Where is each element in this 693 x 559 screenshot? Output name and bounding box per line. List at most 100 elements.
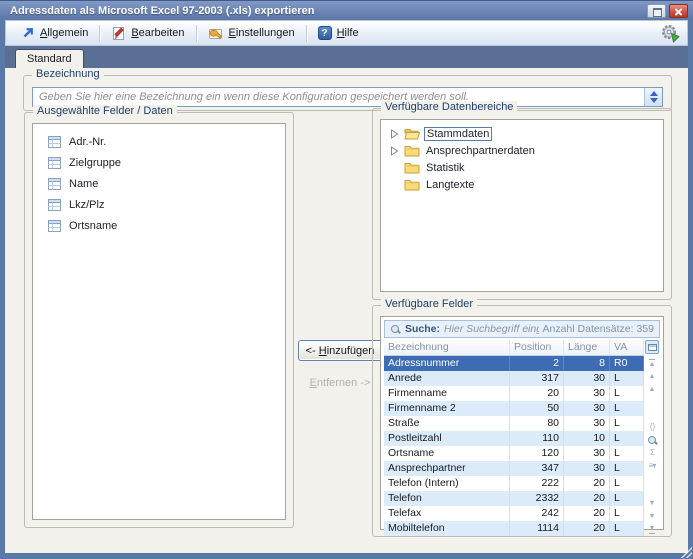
close-button[interactable] — [669, 4, 688, 18]
expand-arrow-icon[interactable] — [389, 129, 400, 139]
tree-item-stammdaten[interactable]: Stammdaten — [389, 125, 663, 142]
search-icon — [390, 324, 401, 335]
table-row[interactable]: Telefon233220L — [384, 491, 644, 506]
table-row[interactable]: Straße8030L — [384, 416, 644, 431]
fields-table-header: Bezeichnung Position Länge VA — [384, 340, 644, 356]
cell-length: 20 — [564, 491, 610, 506]
toolbar-item-label: Bearbeiten — [131, 27, 184, 39]
resize-grip[interactable] — [681, 547, 692, 558]
row-up-icon[interactable]: ▲ — [645, 370, 659, 383]
column-header-va[interactable]: VA — [610, 340, 644, 355]
settings-icon — [208, 26, 224, 41]
add-button[interactable]: <- Hinzufügen — [298, 340, 382, 361]
selected-field-item[interactable]: Zielgruppe — [33, 152, 285, 173]
tree-item-ansprechpartnerdaten[interactable]: Ansprechpartnerdaten — [389, 142, 663, 159]
toolbar: Allgemein Bearbeiten Einstellungen — [5, 20, 688, 46]
grid-field-icon — [48, 199, 61, 211]
row-down-icon[interactable]: ▼ — [645, 510, 659, 523]
table-row[interactable]: Postleitzahl11010L — [384, 431, 644, 446]
spinner-down-icon — [650, 98, 658, 103]
table-row[interactable]: Anrede31730L — [384, 371, 644, 386]
export-icon[interactable] — [660, 23, 681, 43]
table-row[interactable]: Adressnummer28R0 — [384, 356, 644, 371]
cell-va: L — [610, 521, 644, 536]
table-row[interactable]: Telefon (Intern)22220L — [384, 476, 644, 491]
column-header-bezeichnung[interactable]: Bezeichnung — [384, 340, 510, 355]
table-row[interactable]: Firmenname 25030L — [384, 401, 644, 416]
table-row[interactable]: Ortsname12030L — [384, 446, 644, 461]
cell-position: 120 — [510, 446, 564, 461]
page-up-icon[interactable]: ▲ — [645, 383, 659, 396]
add-button-label: Hinzufügen — [319, 345, 375, 357]
search-placeholder: Hier Suchbegriff eingebe — [444, 323, 538, 335]
toolbar-item-einstellungen[interactable]: Einstellungen — [199, 24, 304, 43]
cell-name: Mobiltelefon — [384, 521, 510, 536]
selected-field-item[interactable]: Adr.-Nr. — [33, 131, 285, 152]
window-title: Adressdaten als Microsoft Excel 97-2003 … — [10, 5, 647, 17]
grid-field-icon — [48, 136, 61, 148]
tree-item-langtexte[interactable]: Langtexte — [389, 176, 663, 193]
cell-length: 30 — [564, 386, 610, 401]
toolbar-item-hilfe[interactable]: ? Hilfe — [309, 24, 368, 42]
cell-name: Ortsname — [384, 446, 510, 461]
cell-length: 20 — [564, 506, 610, 521]
cell-position: 50 — [510, 401, 564, 416]
column-header-laenge[interactable]: Länge — [564, 340, 610, 355]
search-label: Suche: — [405, 323, 440, 335]
cell-name: Ansprechpartner — [384, 461, 510, 476]
tree-item-statistik[interactable]: Statistik — [389, 159, 663, 176]
scroll-top-icon[interactable]: ▲ — [645, 357, 659, 370]
cell-name: Telefax — [384, 506, 510, 521]
arrow-up-right-icon — [21, 26, 35, 40]
group-selected-fields: Ausgewählte Felder / Daten Adr.-Nr.Zielg… — [24, 112, 294, 528]
column-chooser-icon[interactable] — [645, 340, 659, 354]
group-brackets-icon[interactable]: { } — [645, 421, 659, 434]
group-label: Verfügbare Felder — [381, 298, 477, 310]
group-label: Bezeichnung — [32, 68, 104, 80]
table-row[interactable]: Telefax24220L — [384, 506, 644, 521]
cell-position: 2332 — [510, 491, 564, 506]
cell-length: 30 — [564, 371, 610, 386]
available-fields-panel: Suche: Hier Suchbegriff eingebe Anzahl D… — [380, 316, 664, 530]
grid-field-icon — [48, 178, 61, 190]
filter-icon[interactable]: ≡▾ — [645, 460, 659, 473]
grid-search-icon[interactable] — [645, 434, 659, 447]
scroll-bottom-icon[interactable]: ▼ — [645, 523, 659, 536]
help-icon: ? — [318, 26, 332, 40]
fields-grid: Bezeichnung Position Länge VA Adressnumm… — [384, 340, 660, 536]
cell-length: 30 — [564, 446, 610, 461]
selected-field-item[interactable]: Name — [33, 173, 285, 194]
bezeichnung-combobox[interactable]: Geben Sie hier eine Bezeichnung ein wenn… — [32, 87, 663, 107]
cell-position: 1114 — [510, 521, 564, 536]
table-row[interactable]: Ansprechpartner34730L — [384, 461, 644, 476]
fields-table: Bezeichnung Position Länge VA Adressnumm… — [384, 340, 644, 536]
selected-field-item[interactable]: Lkz/Plz — [33, 194, 285, 215]
content-area: Bezeichnung Geben Sie hier eine Bezeichn… — [5, 68, 688, 553]
cell-position: 2 — [510, 356, 564, 371]
tree-item-label: Langtexte — [424, 179, 476, 191]
expand-arrow-icon[interactable] — [389, 146, 400, 156]
remove-button-label: Entfernen — [310, 377, 358, 389]
cell-name: Firmenname — [384, 386, 510, 401]
cell-name: Telefon — [384, 491, 510, 506]
summary-icon[interactable]: Σ — [645, 447, 659, 460]
cell-va: L — [610, 371, 644, 386]
column-header-position[interactable]: Position — [510, 340, 564, 355]
cell-length: 10 — [564, 431, 610, 446]
page-down-icon[interactable]: ▼ — [645, 497, 659, 510]
cell-va: L — [610, 401, 644, 416]
search-bar[interactable]: Suche: Hier Suchbegriff eingebe Anzahl D… — [384, 320, 660, 338]
edit-icon — [111, 26, 126, 41]
tab-standard[interactable]: Standard — [15, 49, 84, 68]
restore-button[interactable] — [647, 4, 666, 18]
selected-field-item[interactable]: Ortsname — [33, 215, 285, 236]
table-row[interactable]: Firmenname2030L — [384, 386, 644, 401]
titlebar: Adressdaten als Microsoft Excel 97-2003 … — [0, 0, 693, 20]
grid-navigator: ▲ ▲ ▲ { } Σ ≡▾ ▼ ▼ ▼ — [644, 340, 660, 536]
cell-va: L — [610, 506, 644, 521]
table-row[interactable]: Mobiltelefon111420L — [384, 521, 644, 536]
combobox-dropdown-button[interactable] — [644, 88, 662, 106]
toolbar-item-allgemein[interactable]: Allgemein — [12, 24, 97, 42]
cell-position: 317 — [510, 371, 564, 386]
toolbar-item-bearbeiten[interactable]: Bearbeiten — [102, 24, 193, 43]
